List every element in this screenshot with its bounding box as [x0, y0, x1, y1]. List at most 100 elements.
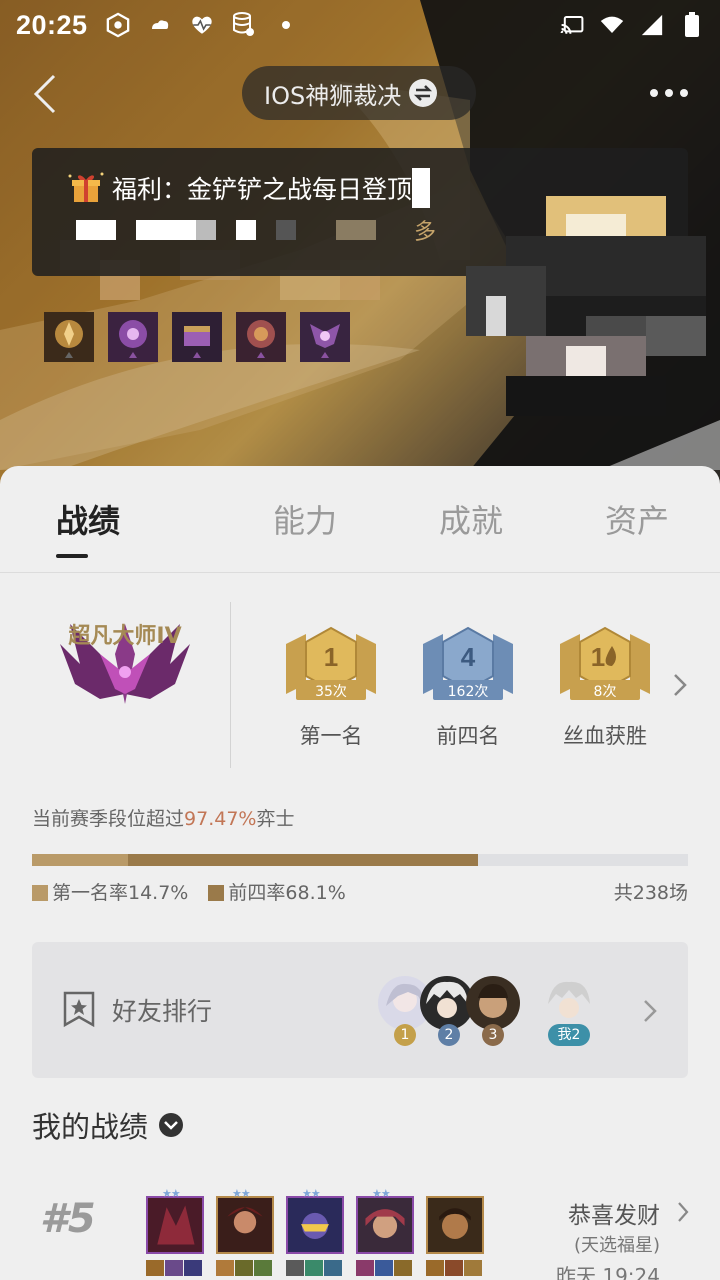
chevron-right-icon[interactable] [676, 1200, 690, 1224]
medal-top-four[interactable]: 162次 4 前四名 [413, 624, 523, 750]
server-switch-button[interactable]: IOS神狮裁决 [242, 66, 476, 120]
wifi-icon [600, 13, 624, 37]
status-bar: 20:25 [0, 0, 720, 50]
chevron-right-icon [644, 1000, 657, 1022]
medal-label: 丝血获胜 [563, 724, 647, 748]
cloud-notification-icon [148, 13, 172, 37]
swap-icon [409, 79, 438, 107]
cast-icon [560, 13, 584, 37]
badge-purple-icon[interactable] [108, 312, 158, 362]
item-icon [356, 1260, 374, 1276]
friend-ranking-title: 好友排行 [112, 997, 213, 1026]
friend-ranking-card[interactable]: 好友排行 1 2 3 我2 [32, 942, 688, 1078]
tab-divider [0, 572, 720, 573]
badge-chest-icon[interactable] [172, 312, 222, 362]
toast-more-text: 多 [414, 220, 437, 245]
cursor-block [412, 168, 431, 208]
champion-slot[interactable]: ★★ [286, 1187, 344, 1276]
gift-icon [68, 172, 104, 202]
champion-portrait [216, 1196, 274, 1254]
medal-number: 4 [461, 642, 476, 672]
star-level-icon: ★★ [372, 1187, 391, 1200]
item-icon [426, 1260, 444, 1276]
match-mode-subtitle: (天选福星) [573, 1235, 660, 1256]
tab-assets[interactable]: 资产 [554, 496, 720, 542]
item-icon [464, 1260, 482, 1276]
content-sheet: 战绩 能力 成就 资产 超凡大师IV 35次 1 第一名 162次 4 前四名 … [0, 466, 720, 1280]
friend-rank-badge: 1 [394, 1024, 416, 1046]
top4-rate-label: 前四率68.1% [228, 882, 346, 904]
star-level-icon: ★★ [162, 1187, 181, 1200]
app-notification-icon [106, 12, 130, 38]
champion-slot[interactable]: ★★ [216, 1187, 274, 1276]
medal-first-place[interactable]: 35次 1 第一名 [276, 624, 386, 750]
battery-icon [680, 12, 704, 37]
player-avatar[interactable] [466, 196, 706, 426]
medal-count: 162次 [447, 684, 489, 700]
top4-rate-segment [128, 854, 478, 866]
total-games: 共238场 [613, 882, 688, 904]
medal-number: 1 [591, 642, 605, 672]
top-nav: IOS神狮裁决 [0, 60, 720, 126]
match-champions: ★★ ★★ ★★ ★★ [146, 1187, 484, 1276]
item-icon [305, 1260, 323, 1276]
item-icon [216, 1260, 234, 1276]
tab-record[interactable]: 战绩 [0, 496, 222, 558]
badge-wings-icon[interactable] [300, 312, 350, 362]
more-dot-icon [650, 89, 658, 97]
item-icon [394, 1260, 412, 1276]
medal-low-hp-win[interactable]: 8次 1 丝血获胜 [550, 624, 660, 750]
champion-slot[interactable]: ★★ [356, 1187, 414, 1276]
back-button[interactable] [26, 72, 66, 116]
star-level-icon: ★★ [302, 1187, 321, 1200]
badge-gold-icon[interactable] [44, 312, 94, 362]
item-icon [254, 1260, 272, 1276]
champion-portrait [146, 1196, 204, 1254]
champion-slot[interactable] [426, 1196, 484, 1276]
top4-rate-swatch [208, 885, 225, 901]
medal-label: 第一名 [299, 724, 363, 748]
my-matches-header[interactable]: 我的战绩 [32, 1104, 184, 1146]
bookmark-star-icon [63, 991, 95, 1028]
item-icon [146, 1260, 164, 1276]
champion-portrait [286, 1196, 344, 1254]
tab-ability[interactable]: 能力 [222, 496, 388, 542]
champion-portrait [356, 1196, 414, 1254]
percentile-value: 97.47% [184, 808, 257, 830]
my-matches-title: 我的战绩 [32, 1110, 149, 1144]
friend-rank-badge: 3 [482, 1024, 504, 1046]
placement-rate-bar [32, 854, 688, 866]
dropdown-icon [159, 1113, 184, 1137]
master-rank-icon [60, 624, 190, 704]
first-rate-segment [32, 854, 128, 866]
toast-title: 福利：金铲铲之战每日登顶 [112, 175, 413, 204]
more-options-button[interactable] [650, 82, 694, 104]
match-mode-title: 恭喜发财 [568, 1203, 660, 1229]
chevron-left-icon [33, 74, 56, 114]
placement-medals: 35次 1 第一名 162次 4 前四名 8次 1 丝血获胜 [276, 624, 696, 754]
svg-text:1: 1 [324, 642, 338, 672]
status-time: 20:25 [16, 9, 88, 40]
achievement-badges [44, 312, 350, 362]
badge-crest-icon[interactable] [236, 312, 286, 362]
svg-text:1: 1 [591, 642, 605, 672]
server-name: IOS神狮裁决 [264, 81, 402, 110]
percentile-suffix: 弈士 [256, 808, 295, 830]
medal-count: 8次 [593, 684, 617, 700]
svg-text:4: 4 [461, 642, 476, 672]
chevron-right-icon[interactable] [672, 672, 688, 698]
medal-number: 1 [324, 642, 338, 672]
redacted-text [76, 220, 376, 240]
tab-bar: 战绩 能力 成就 资产 [0, 466, 720, 572]
profile-header: 20:25 IOS神狮裁决 福利：金铲铲之战每日登顶 多 [0, 0, 720, 520]
dot-notification-icon [274, 13, 298, 37]
first-rate-label: 第一名率14.7% [52, 882, 189, 904]
item-icon [445, 1260, 463, 1276]
item-icon [235, 1260, 253, 1276]
friend-avatar[interactable] [466, 976, 520, 1030]
medal-count: 35次 [315, 684, 347, 700]
tab-achievement[interactable]: 成就 [388, 496, 554, 542]
match-placement: #5 [40, 1196, 96, 1242]
my-avatar[interactable] [542, 976, 596, 1030]
champion-slot[interactable]: ★★ [146, 1187, 204, 1276]
